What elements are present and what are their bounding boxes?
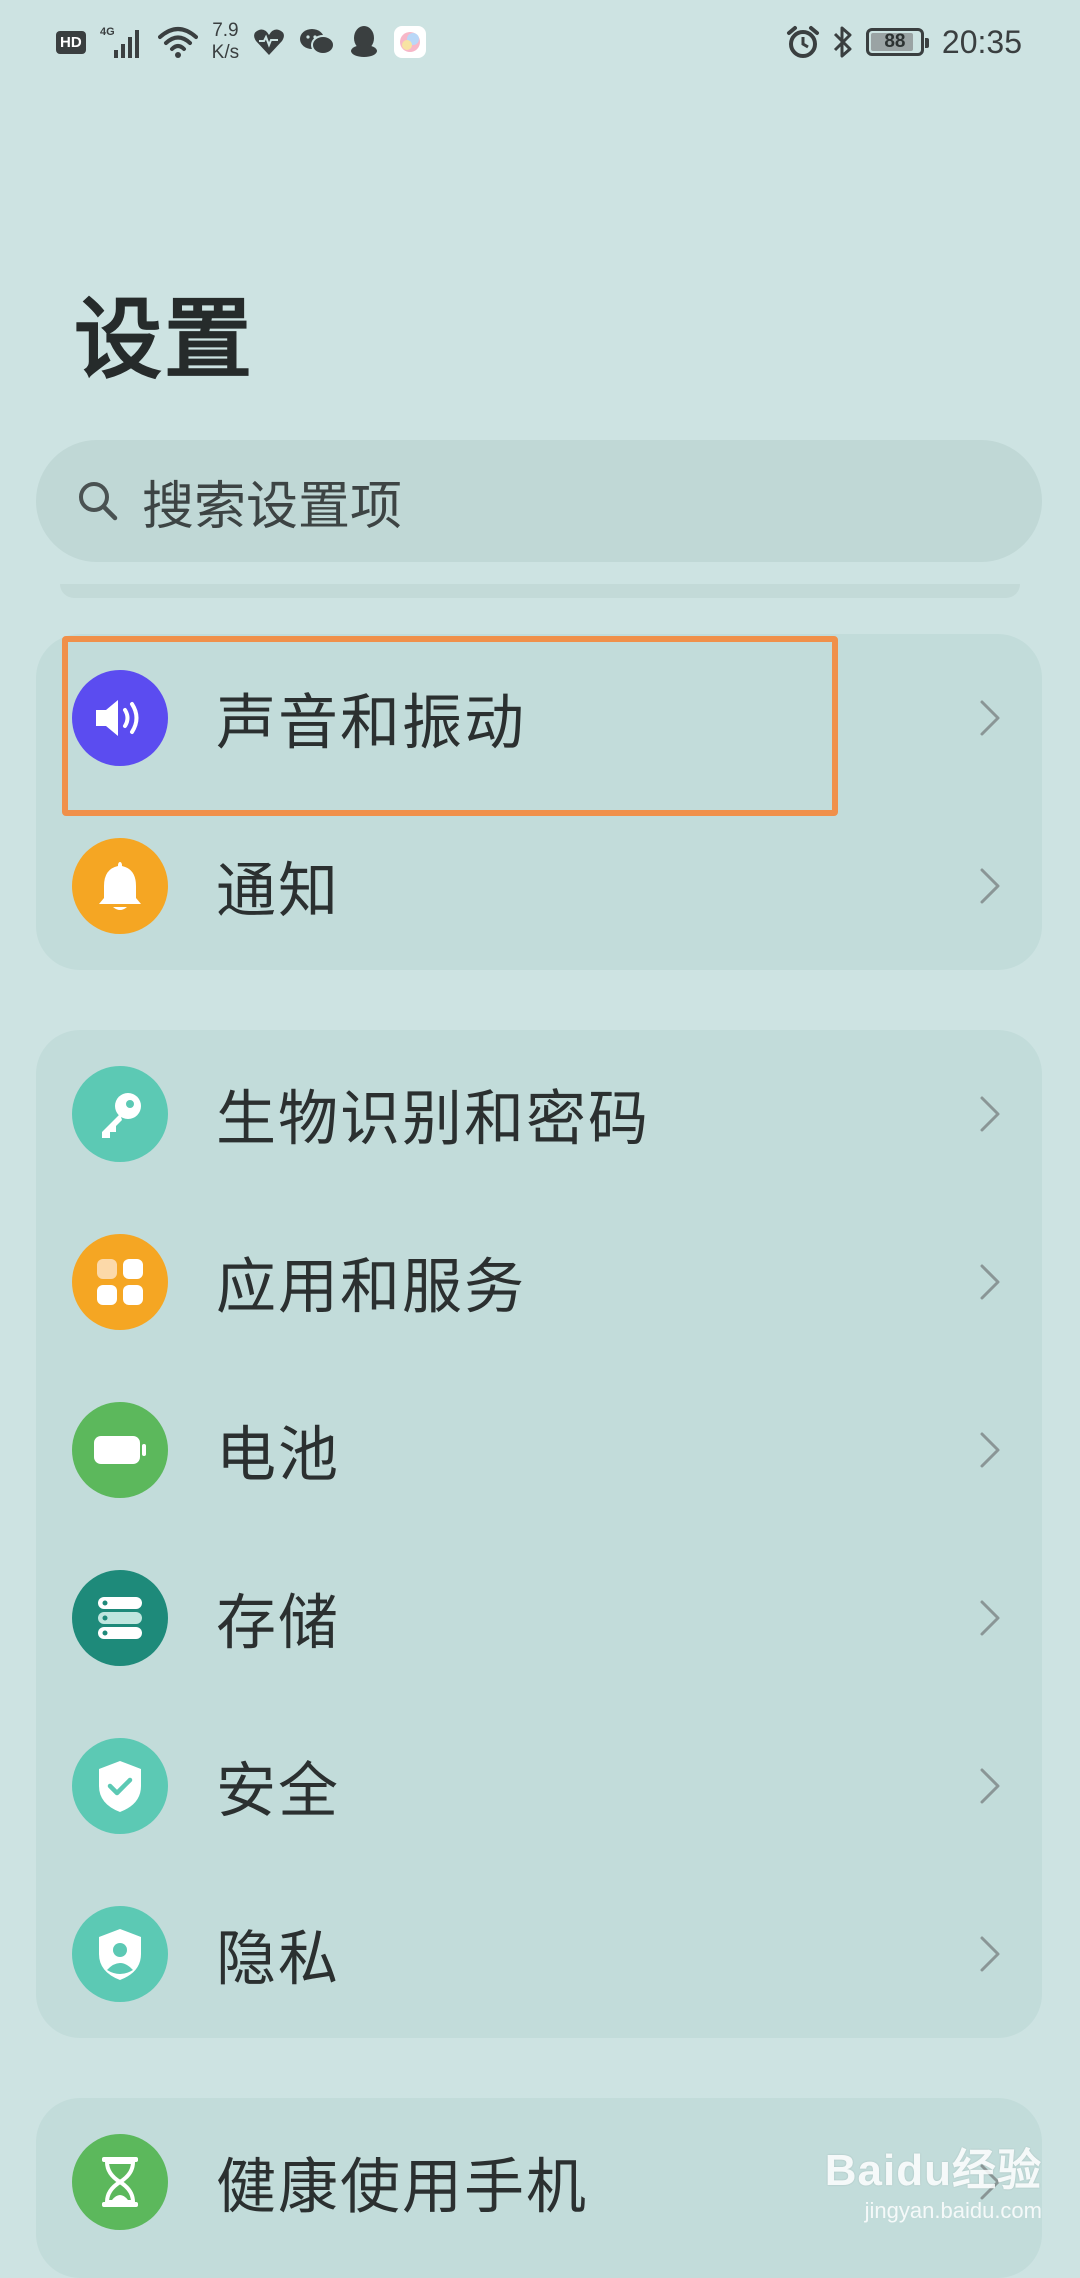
search-shadow — [60, 584, 1020, 598]
settings-item-security[interactable]: 安全 — [36, 1702, 1042, 1870]
settings-item-label: 通知 — [216, 856, 340, 927]
net-speed: 7.9 K/s — [212, 20, 239, 64]
settings-item-label: 电池 — [216, 1420, 340, 1491]
alarm-icon — [786, 25, 820, 59]
net-speed-unit: K/s — [211, 42, 240, 63]
settings-item-storage[interactable]: 存储 — [36, 1534, 1042, 1702]
search-icon — [79, 482, 118, 521]
svg-text:4G: 4G — [100, 26, 115, 38]
clock: 20:35 — [941, 23, 1022, 60]
speaker-icon — [72, 670, 168, 766]
settings-group-2: 生物识别和密码 应用和服务 电池 存储 安全 隐私 — [36, 1030, 1042, 2038]
watermark-logo: Baidu经验 — [824, 2146, 1042, 2195]
status-bar: HD 4G 7.9 K/s 88 20:35 — [0, 0, 1080, 84]
qq-icon — [349, 25, 379, 59]
wifi-icon — [157, 25, 198, 59]
apps-icon — [72, 1234, 168, 1330]
settings-item-label: 隐私 — [216, 1924, 340, 1995]
bluetooth-icon — [832, 25, 854, 59]
settings-item-notifications[interactable]: 通知 — [36, 802, 1042, 970]
settings-item-biometrics-password[interactable]: 生物识别和密码 — [36, 1030, 1042, 1198]
settings-item-label: 声音和振动 — [216, 688, 526, 759]
settings-item-privacy[interactable]: 隐私 — [36, 1870, 1042, 2038]
battery-icon: 88 — [865, 28, 929, 56]
storage-icon — [72, 1570, 168, 1666]
chevron-right-icon — [980, 1768, 1000, 1804]
net-speed-value: 7.9 — [212, 20, 239, 41]
health-icon — [253, 27, 285, 57]
page-title: 设置 — [74, 288, 255, 391]
chevron-right-icon — [980, 700, 1000, 736]
settings-item-label: 安全 — [216, 1756, 340, 1827]
battery-icon — [72, 1402, 168, 1498]
bell-icon — [72, 838, 168, 934]
settings-item-battery[interactable]: 电池 — [36, 1366, 1042, 1534]
shield-check-icon — [72, 1738, 168, 1834]
settings-item-label: 健康使用手机 — [216, 2152, 588, 2223]
wechat-icon — [299, 27, 336, 57]
privacy-shield-icon — [72, 1906, 168, 2002]
battery-level: 88 — [884, 31, 906, 52]
chevron-right-icon — [980, 868, 1000, 904]
watermark: Baidu经验 jingyan.baidu.com — [825, 2134, 1042, 2224]
status-bar-right: 88 20:35 — [786, 16, 1022, 68]
settings-item-sound-vibration[interactable]: 声音和振动 — [36, 634, 1042, 802]
status-bar-left: HD 4G 7.9 K/s — [56, 16, 427, 68]
watermark-url: jingyan.baidu.com — [864, 2198, 1042, 2223]
settings-group-1: 声音和振动 通知 — [36, 634, 1042, 970]
settings-item-label: 应用和服务 — [216, 1252, 526, 1323]
chevron-right-icon — [980, 1600, 1000, 1636]
app-icon — [393, 25, 427, 59]
settings-item-apps-services[interactable]: 应用和服务 — [36, 1198, 1042, 1366]
hourglass-icon — [72, 2134, 168, 2230]
chevron-right-icon — [980, 1432, 1000, 1468]
key-icon — [72, 1066, 168, 1162]
chevron-right-icon — [980, 1264, 1000, 1300]
chevron-right-icon — [980, 1936, 1000, 1972]
chevron-right-icon — [980, 1096, 1000, 1132]
hd-icon: HD — [56, 30, 86, 54]
settings-item-label: 生物识别和密码 — [216, 1084, 650, 1155]
search-input[interactable]: 搜索设置项 — [36, 440, 1042, 562]
signal-icon: 4G — [100, 24, 144, 60]
search-placeholder: 搜索设置项 — [142, 476, 403, 537]
settings-item-label: 存储 — [216, 1588, 340, 1659]
